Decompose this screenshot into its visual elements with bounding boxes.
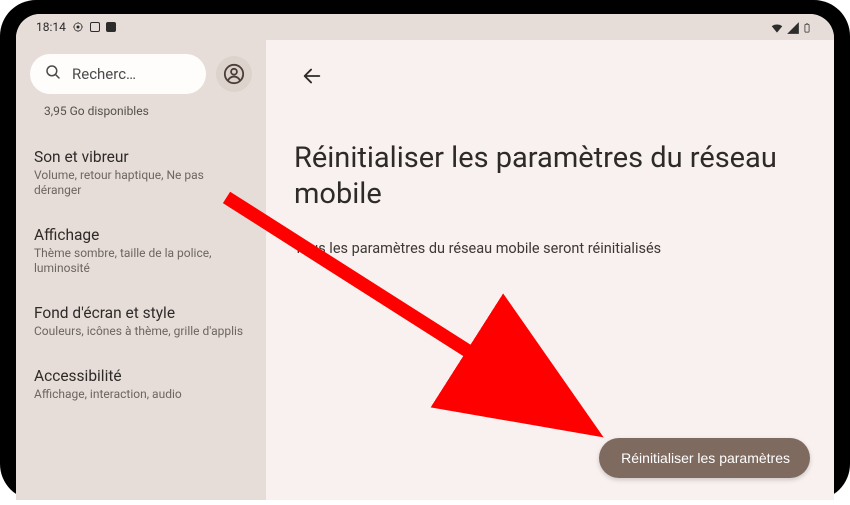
page-title: Réinitialiser les paramètres du réseau m… bbox=[294, 140, 806, 213]
signal-icon bbox=[786, 21, 798, 33]
main-panel: Réinitialiser les paramètres du réseau m… bbox=[266, 40, 834, 500]
sidebar-item-sound[interactable]: Son et vibreur Volume, retour haptique, … bbox=[30, 136, 252, 210]
status-time: 18:14 bbox=[36, 20, 66, 34]
sidebar-item-title: Fond d'écran et style bbox=[34, 304, 248, 322]
sidebar-item-subtitle: Couleurs, icônes à thème, grille d'appli… bbox=[34, 324, 248, 339]
page-description: Tous les paramètres du réseau mobile ser… bbox=[294, 239, 806, 259]
search-icon bbox=[44, 63, 62, 85]
sidebar-item-subtitle: Thème sombre, taille de la police, lumin… bbox=[34, 246, 248, 276]
sidebar-item-title: Accessibilité bbox=[34, 367, 248, 385]
sidebar-item-wallpaper[interactable]: Fond d'écran et style Couleurs, icônes à… bbox=[30, 292, 252, 351]
status-app-icon-1 bbox=[90, 22, 100, 32]
reset-settings-button[interactable]: Réinitialiser les paramètres bbox=[599, 438, 810, 478]
status-bar: 18:14 bbox=[16, 14, 834, 40]
back-button[interactable] bbox=[294, 58, 330, 94]
wifi-icon bbox=[770, 21, 782, 33]
sidebar-item-display[interactable]: Affichage Thème sombre, taille de la pol… bbox=[30, 214, 252, 288]
battery-icon bbox=[802, 21, 814, 33]
screen: 18:14 bbox=[16, 14, 834, 500]
location-icon bbox=[72, 21, 84, 33]
sidebar-item-accessibility[interactable]: Accessibilité Affichage, interaction, au… bbox=[30, 355, 252, 414]
status-app-icon-2 bbox=[106, 22, 116, 32]
search-placeholder: Recherc… bbox=[72, 65, 136, 83]
account-avatar[interactable] bbox=[216, 56, 252, 92]
sidebar-item-title: Son et vibreur bbox=[34, 148, 248, 166]
search-input[interactable]: Recherc… bbox=[30, 54, 206, 94]
sidebar-item-subtitle: Volume, retour haptique, Ne pas déranger bbox=[34, 168, 248, 198]
settings-sidebar: Recherc… 3,95 Go disponibles Son et vibr… bbox=[16, 40, 266, 500]
sidebar-item-subtitle: Affichage, interaction, audio bbox=[34, 387, 248, 402]
storage-summary: 3,95 Go disponibles bbox=[30, 104, 252, 118]
arrow-left-icon bbox=[301, 65, 323, 87]
device-frame: 18:14 bbox=[0, 0, 850, 500]
sidebar-item-title: Affichage bbox=[34, 226, 248, 244]
